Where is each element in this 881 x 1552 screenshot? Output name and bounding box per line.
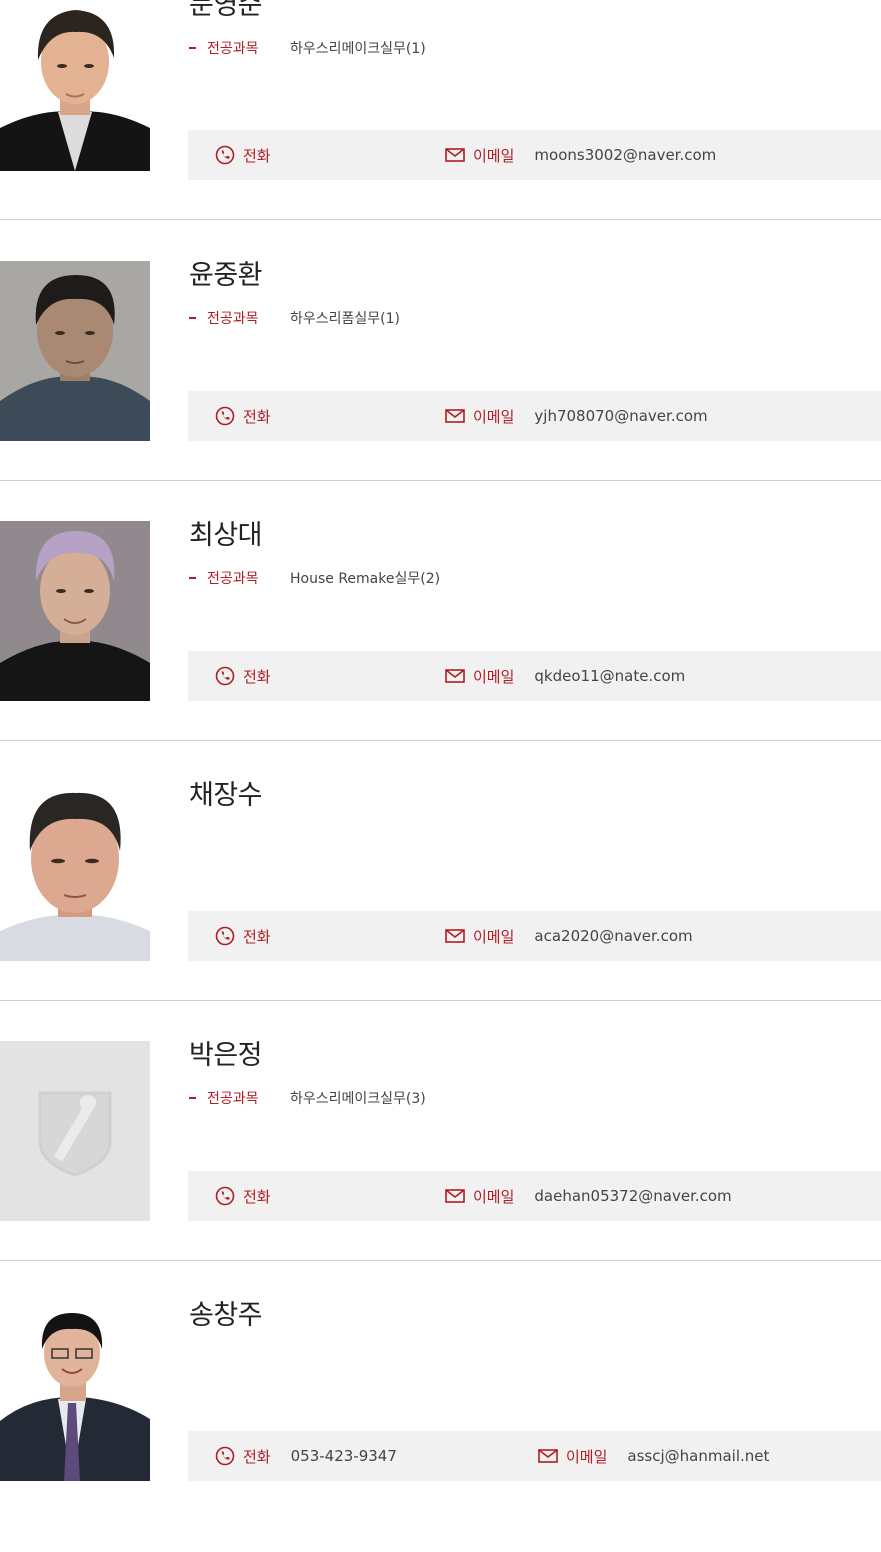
instructor-name: 최상대 [189,520,263,551]
subject-row: 전공과목 House Remake실무(2) [189,568,440,588]
email-item: 이메일 yjh708070@naver.com [445,391,708,441]
contact-bar: 전화 이메일 aca2020@naver.com [188,911,881,961]
email-label: 이메일 [473,1187,515,1206]
email-item: 이메일 asscj@hanmail.net [538,1431,769,1481]
phone-label: 전화 [243,927,271,946]
phone-label: 전화 [243,407,271,426]
instructor-photo [0,0,150,180]
contact-bar: 전화 이메일 qkdeo11@nate.com [188,651,881,701]
mail-icon [445,929,465,943]
mail-icon [445,669,465,683]
email-label: 이메일 [473,407,515,426]
instructor-card: 최상대 전공과목 House Remake실무(2) 전화 이메일 qkdeo1… [0,521,881,781]
email-value[interactable]: qkdeo11@nate.com [534,667,685,685]
subject-row: 전공과목 하우스리메이크실무(1) [189,38,426,58]
phone-icon [215,926,235,946]
subject-label: 전공과목 [207,311,259,327]
phone-icon [215,145,235,165]
phone-icon [215,1446,235,1466]
subject-label: 전공과목 [207,41,259,57]
email-value[interactable]: aca2020@naver.com [534,927,692,945]
email-item: 이메일 daehan05372@naver.com [445,1171,732,1221]
email-label: 이메일 [566,1447,608,1466]
instructor-name: 송창주 [189,1300,263,1331]
instructor-photo [0,781,150,961]
instructor-photo [0,1301,150,1481]
mail-icon [445,1189,465,1203]
email-item: 이메일 moons3002@naver.com [445,130,716,180]
email-value[interactable]: asscj@hanmail.net [627,1447,769,1465]
email-item: 이메일 qkdeo11@nate.com [445,651,685,701]
school-emblem-icon [38,1091,112,1177]
email-item: 이메일 aca2020@naver.com [445,911,693,961]
phone-icon [215,666,235,686]
email-label: 이메일 [473,146,515,165]
subject-value: House Remake실무(2) [290,571,441,587]
instructor-name: 박은정 [189,1040,263,1071]
phone-label: 전화 [243,667,271,686]
phone-value[interactable]: 053-423-9347 [291,1447,397,1465]
email-value[interactable]: daehan05372@naver.com [534,1187,731,1205]
phone-icon [215,1186,235,1206]
placeholder-photo [0,1041,150,1221]
phone-item: 전화 [215,1171,271,1221]
dash-marker [189,317,196,319]
subject-value: 하우스리메이크실무(3) [290,1091,426,1107]
contact-bar: 전화 이메일 yjh708070@naver.com [188,391,881,441]
email-label: 이메일 [473,927,515,946]
phone-label: 전화 [243,1187,271,1206]
instructor-card: 문영준 전공과목 하우스리메이크실무(1) 전화 이메일 moons3002@n… [0,0,881,251]
card-divider [0,1000,881,1001]
instructor-name: 윤중환 [189,260,263,291]
subject-label: 전공과목 [207,1091,259,1107]
card-divider [0,219,881,220]
phone-item: 전화 [215,651,271,701]
instructor-card: 윤중환 전공과목 하우스리폼실무(1) 전화 이메일 yjh708070@nav… [0,261,881,521]
subject-label: 전공과목 [207,571,259,587]
dash-marker [189,577,196,579]
instructor-name: 문영준 [189,0,263,21]
mail-icon [538,1449,558,1463]
instructor-name: 채장수 [189,780,263,811]
email-label: 이메일 [473,667,515,686]
mail-icon [445,409,465,423]
subject-value: 하우스리폼실무(1) [290,311,400,327]
instructor-photo [0,261,150,441]
phone-label: 전화 [243,1447,271,1466]
contact-bar: 전화 이메일 moons3002@naver.com [188,130,881,180]
phone-label: 전화 [243,146,271,165]
phone-icon [215,406,235,426]
subject-row: 전공과목 하우스리폼실무(1) [189,308,400,328]
subject-row: 전공과목 하우스리메이크실무(3) [189,1088,426,1108]
dash-marker [189,1097,196,1099]
instructor-photo [0,521,150,701]
instructor-card: 채장수 전화 이메일 aca2020@naver.com [0,781,881,1041]
phone-item: 전화 053-423-9347 [215,1431,397,1481]
dash-marker [189,47,196,49]
card-divider [0,1260,881,1261]
card-divider [0,480,881,481]
email-value[interactable]: moons3002@naver.com [534,146,716,164]
card-divider [0,740,881,741]
email-value[interactable]: yjh708070@naver.com [534,407,707,425]
contact-bar: 전화 053-423-9347 이메일 asscj@hanmail.net [188,1431,881,1481]
mail-icon [445,148,465,162]
phone-item: 전화 [215,130,271,180]
phone-item: 전화 [215,391,271,441]
instructor-card: 송창주 전화 053-423-9347 이메일 asscj@hanmail.ne… [0,1301,881,1552]
contact-bar: 전화 이메일 daehan05372@naver.com [188,1171,881,1221]
phone-item: 전화 [215,911,271,961]
instructor-card: 박은정 전공과목 하우스리메이크실무(3) 전화 이메일 daehan05372… [0,1041,881,1301]
subject-value: 하우스리메이크실무(1) [290,41,426,57]
